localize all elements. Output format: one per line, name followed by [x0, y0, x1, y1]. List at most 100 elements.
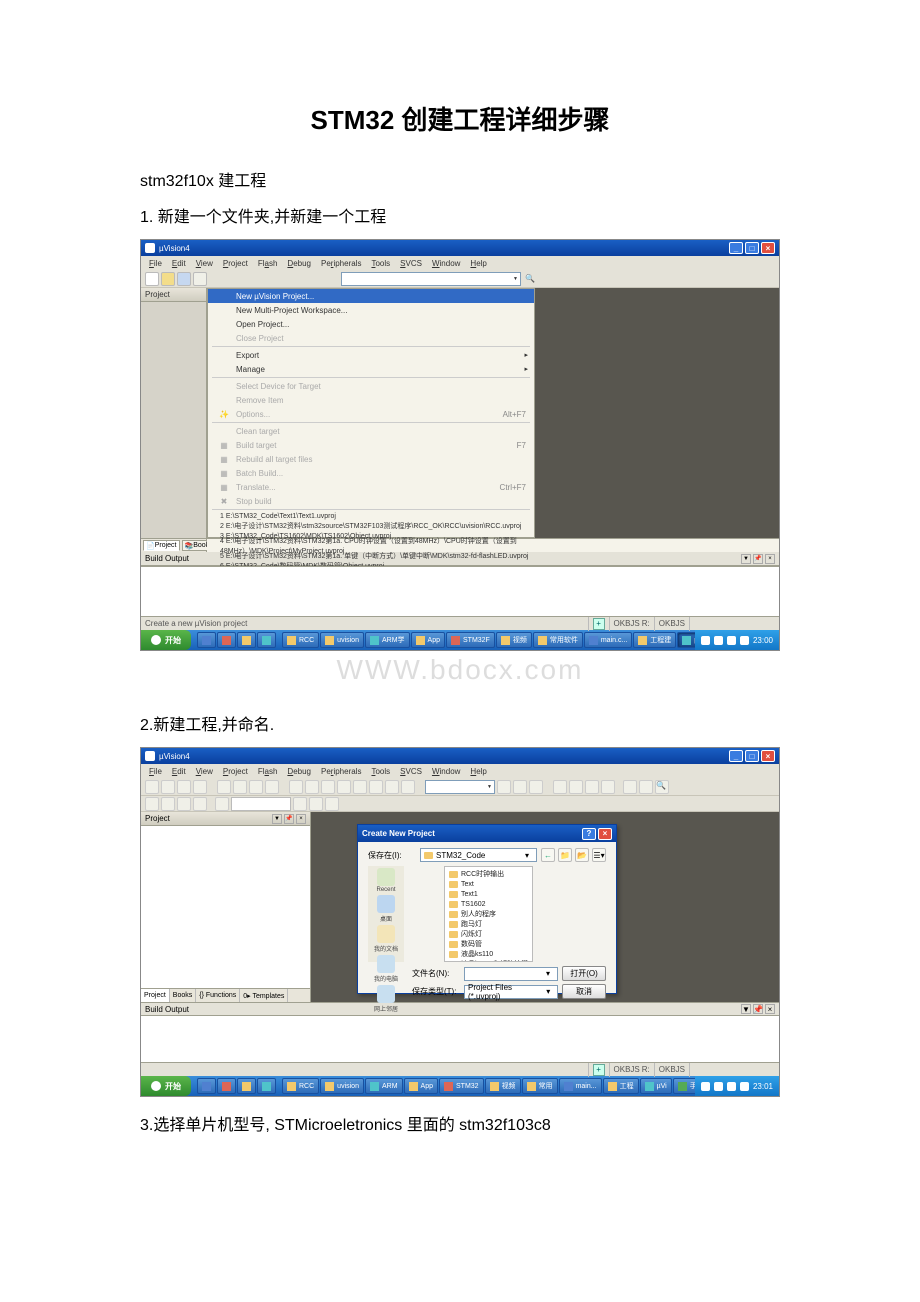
taskbar-item[interactable]: uvision — [320, 1078, 364, 1094]
plus-icon[interactable]: + — [593, 618, 605, 630]
panel-tab[interactable]: Books — [170, 989, 196, 1002]
taskbar-item[interactable]: main... — [559, 1078, 602, 1094]
recent-project-item[interactable]: 1 E:\STM32_Code\Text1\Text1.uvproj — [208, 511, 534, 521]
dock-arrow-icon[interactable]: ▼ — [741, 554, 751, 564]
folder-item[interactable]: Text1 — [449, 889, 528, 899]
quicklaunch-icon[interactable] — [197, 632, 216, 648]
tray-icon[interactable] — [740, 636, 749, 645]
taskbar-item[interactable]: App — [404, 1078, 438, 1094]
toolbar-icon[interactable] — [529, 780, 543, 794]
menu-new-project[interactable]: New µVision Project... — [208, 289, 534, 303]
menu-new-multi[interactable]: New Multi-Project Workspace... — [208, 303, 534, 317]
place-network[interactable]: 网上邻居 — [374, 985, 398, 1013]
menu-flash[interactable]: Flash — [254, 259, 282, 268]
toolbar-icon[interactable] — [553, 780, 567, 794]
menu-project[interactable]: Project — [219, 767, 252, 776]
folder-item[interactable]: 数码管 — [449, 939, 528, 949]
recent-project-item[interactable]: 2 E:\电子设计\STM32资料\stm32source\STM32F103测… — [208, 521, 534, 531]
target-dropdown[interactable] — [231, 797, 291, 811]
menu-peripherals[interactable]: Peripherals — [317, 767, 365, 776]
panel-close-icon[interactable]: × — [765, 554, 775, 564]
toolbar-icon[interactable] — [385, 780, 399, 794]
menu-tools[interactable]: Tools — [367, 259, 394, 268]
toolbar-icon[interactable] — [513, 780, 527, 794]
folder-item[interactable]: TS1602 — [449, 899, 528, 909]
toolbar-icon[interactable] — [337, 780, 351, 794]
menu-svcs[interactable]: SVCS — [396, 259, 426, 268]
toolbar-icon[interactable] — [305, 780, 319, 794]
folder-item[interactable]: 液晶ks110和矩阵按键 — [449, 959, 528, 962]
recent-project-item[interactable]: 4 E:\电子设计\STM32资料\STM32第1a. CPU时钟设置（设置到4… — [208, 541, 534, 551]
up-folder-icon[interactable]: 📁 — [558, 848, 572, 862]
save-icon[interactable] — [177, 272, 191, 286]
start-button[interactable]: 开始 — [141, 1076, 191, 1096]
place-recent[interactable]: Recent — [376, 868, 395, 893]
toolbar-icon[interactable] — [401, 780, 415, 794]
toolbar-icon[interactable] — [293, 797, 307, 811]
tray-icon[interactable] — [714, 1082, 723, 1091]
taskbar-item[interactable]: uvision — [320, 632, 364, 648]
toolbar-icon[interactable] — [325, 797, 339, 811]
quicklaunch-icon[interactable] — [257, 632, 276, 648]
pin-icon[interactable]: 📌 — [753, 1004, 763, 1014]
menu-file[interactable]: File — [145, 259, 166, 268]
taskbar-item[interactable]: 视频 — [496, 632, 532, 648]
toolbar-icon[interactable] — [145, 797, 159, 811]
chevron-down-icon[interactable]: ▾ — [521, 851, 533, 860]
menu-debug[interactable]: Debug — [283, 767, 315, 776]
toolbar-icon[interactable] — [601, 780, 615, 794]
toolbar-icon[interactable] — [193, 797, 207, 811]
taskbar-item[interactable]: 工程建 — [633, 632, 676, 648]
taskbar-item[interactable]: main.c... — [584, 632, 632, 648]
menu-open-project[interactable]: Open Project... — [208, 317, 534, 331]
toolbar-icon[interactable] — [585, 780, 599, 794]
taskbar-item[interactable]: STM32F — [446, 632, 495, 648]
folder-item[interactable]: 别人的程序 — [449, 909, 528, 919]
start-button[interactable]: 开始 — [141, 630, 191, 650]
toolbar-icon[interactable] — [497, 780, 511, 794]
menu-debug[interactable]: Debug — [283, 259, 315, 268]
panel-tab[interactable]: {} Functions — [196, 989, 240, 1002]
tray-icon[interactable] — [714, 636, 723, 645]
back-icon[interactable]: ← — [541, 848, 555, 862]
plus-icon[interactable]: + — [593, 1064, 605, 1076]
taskbar-item[interactable]: µVision4 — [677, 632, 695, 648]
quicklaunch-icon[interactable] — [217, 632, 236, 648]
folder-item[interactable]: 液晶ks110 — [449, 949, 528, 959]
maximize-button[interactable]: □ — [745, 750, 759, 762]
dialog-close-button[interactable]: × — [598, 828, 612, 840]
taskbar-item[interactable]: 视频 — [485, 1078, 521, 1094]
savein-dropdown[interactable]: STM32_Code ▾ — [420, 848, 537, 862]
toolbar-icon[interactable] — [177, 780, 191, 794]
toolbar-icon[interactable] — [249, 780, 263, 794]
menu-export[interactable]: Export▸ — [208, 348, 534, 362]
dock-arrow-icon[interactable]: ▼ — [741, 1004, 751, 1014]
close-button[interactable]: × — [761, 750, 775, 762]
menu-help[interactable]: Help — [466, 259, 490, 268]
file-list[interactable]: RCC时钟输出TextText1TS1602别人的程序跑马灯闪烁灯数码管液晶ks… — [444, 866, 533, 962]
toolbar-icon[interactable] — [161, 797, 175, 811]
menu-window[interactable]: Window — [428, 767, 464, 776]
tray-icon[interactable] — [701, 636, 710, 645]
toolbar-icon[interactable] — [177, 797, 191, 811]
toolbar-icon[interactable] — [161, 780, 175, 794]
close-button[interactable]: × — [761, 242, 775, 254]
folder-item[interactable]: 跑马灯 — [449, 919, 528, 929]
pin-icon[interactable]: 📌 — [284, 814, 294, 824]
toolbar-icon[interactable] — [309, 797, 323, 811]
menu-file[interactable]: File — [145, 767, 166, 776]
recent-project-item[interactable]: 5 E:\电子设计\STM32资料\STM32第1a. 单键（中断方式）\单键中… — [208, 551, 534, 561]
target-dropdown[interactable] — [341, 272, 521, 286]
place-mydocs[interactable]: 我的文档 — [374, 925, 398, 953]
tray-icon[interactable] — [727, 636, 736, 645]
menu-peripherals[interactable]: Peripherals — [317, 259, 365, 268]
menu-svcs[interactable]: SVCS — [396, 767, 426, 776]
filetype-dropdown[interactable]: Project Files (*.uvproj)▾ — [464, 985, 558, 999]
toolbar-icon[interactable] — [369, 780, 383, 794]
download-icon[interactable] — [215, 797, 229, 811]
place-mycomputer[interactable]: 我的电脑 — [374, 955, 398, 983]
taskbar-item[interactable]: ARM — [365, 1078, 403, 1094]
panel-tab[interactable]: Project — [141, 989, 170, 1002]
folder-item[interactable]: Text — [449, 879, 528, 889]
tray-icon[interactable] — [701, 1082, 710, 1091]
